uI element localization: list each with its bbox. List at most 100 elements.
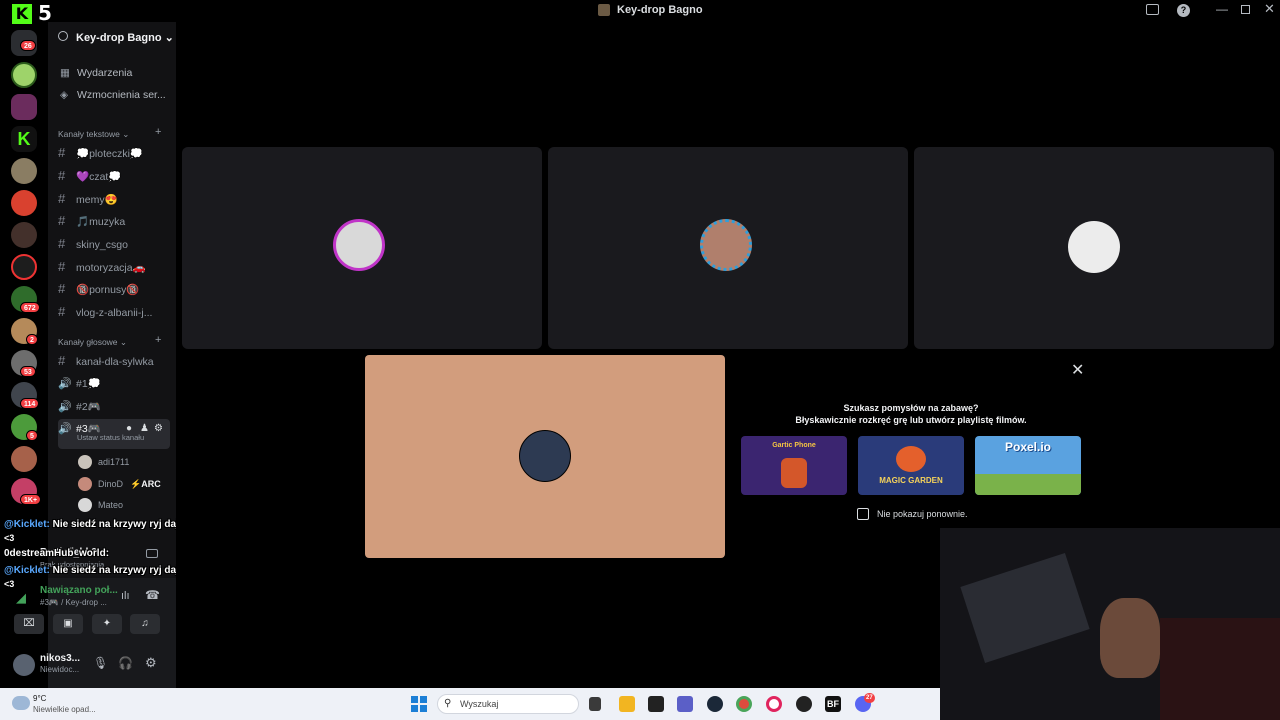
channel-kanal-dla-sylwka[interactable]: # kanał-dla-sylwka [58, 351, 170, 371]
speaker-icon: 🔊 [58, 378, 72, 390]
speaker-icon: 🔊 [58, 401, 72, 413]
voice-channel-path[interactable]: #3🎮 / Key-drop ... [40, 598, 107, 607]
activities-button[interactable]: ✦ [92, 614, 122, 634]
battlefield-icon[interactable]: BF [825, 696, 841, 712]
headphones-icon[interactable]: 🎧 [118, 656, 133, 670]
server-keydrop[interactable] [11, 158, 37, 184]
channel-pornusy[interactable]: # 🔞pornusy🔞 [58, 279, 170, 299]
server-kick[interactable]: K [11, 126, 37, 152]
hashtag-icon: # [58, 353, 66, 368]
server-red-ring[interactable] [11, 254, 37, 280]
channel-status-prompt[interactable]: Ustaw status kanału [77, 431, 144, 445]
chrome-icon[interactable] [736, 696, 752, 712]
avatar [1068, 221, 1120, 273]
webcam-overlay [940, 528, 1280, 720]
promo-text: Szukasz pomysłów na zabawę? Błyskawiczni… [795, 403, 1027, 425]
opera-gx-icon[interactable] [766, 696, 782, 712]
participant-tile[interactable] [548, 147, 908, 349]
hashtag-icon: # [58, 213, 66, 228]
boosts-link[interactable]: ◈ Wzmocnienia ser... [60, 89, 166, 101]
server-badge: 1K+ [20, 494, 42, 505]
guild-name: Key-drop Bagno [76, 32, 162, 44]
chat-fragment: 0destreamHub_world: [4, 548, 110, 559]
app-icon[interactable] [796, 696, 812, 712]
channel-czat[interactable]: # 💜czat💭 [58, 166, 170, 186]
chat-fragment: <3 [4, 579, 15, 589]
voice-user[interactable]: adi1711 [98, 457, 129, 467]
channel-muzyka[interactable]: # 🎵muzyka [58, 211, 170, 231]
noise-suppression-icon[interactable]: ılı [121, 590, 130, 602]
avatar[interactable] [13, 654, 35, 676]
boost-icon: ◈ [60, 89, 69, 101]
participant-tile[interactable] [914, 147, 1274, 349]
teams-icon[interactable] [677, 696, 693, 712]
participant-tile-speaking[interactable] [365, 355, 725, 558]
share-screen-button[interactable]: ▣ [53, 614, 83, 634]
hashtag-icon: # [58, 236, 66, 251]
voice-channel-3[interactable]: 🔊 #3🎮 ● ♟ ⚙ Ustaw status kanału [58, 419, 170, 449]
channel-ploteczki[interactable]: # 💭ploteczki💭 [58, 143, 170, 163]
task-view-icon[interactable] [589, 697, 601, 711]
events-link[interactable]: ▦ Wydarzenia [60, 67, 132, 79]
help-icon[interactable]: ? [1177, 4, 1190, 17]
avatar [700, 219, 752, 271]
steam-icon[interactable] [707, 696, 723, 712]
dont-show-again-label: Nie pokazuj ponownie. [877, 509, 968, 519]
inbox-icon[interactable] [1146, 4, 1159, 15]
screen-share-icon[interactable] [146, 549, 158, 558]
avatar [519, 430, 571, 482]
voice-user[interactable]: Mateo [98, 500, 123, 510]
hashtag-icon: # [58, 191, 66, 206]
game-card-magic-garden[interactable]: MAGIC GARDEN [858, 436, 964, 495]
server-flag[interactable] [11, 190, 37, 216]
channel-memy[interactable]: # memy😍 [58, 189, 170, 209]
minimize-button[interactable]: — [1216, 2, 1228, 16]
voice-category[interactable]: Kanały głosowe ⌄ [58, 337, 127, 348]
server-badge: 672 [20, 302, 40, 313]
hashtag-icon: # [58, 304, 66, 319]
voice-status: Nawiązano poł... [40, 585, 118, 596]
participant-tile[interactable] [182, 147, 542, 349]
epic-games-icon[interactable] [648, 696, 664, 712]
window-title: Key-drop Bagno [617, 4, 703, 16]
close-icon[interactable]: ✕ [1071, 360, 1084, 380]
guild-name-dropdown[interactable]: Key-drop Bagno ⌄ [76, 31, 174, 44]
user-tag: ⚡ARC [130, 479, 161, 489]
weather-icon[interactable] [12, 696, 30, 710]
disconnect-icon[interactable]: ☎ [145, 588, 160, 602]
game-card-poxel[interactable]: Poxel.io [975, 436, 1081, 495]
dont-show-again-checkbox[interactable] [857, 508, 869, 520]
maximize-button[interactable] [1241, 5, 1250, 14]
avatar [78, 455, 92, 469]
user-settings-icon[interactable]: ⚙ [145, 655, 157, 671]
game-card-gartic[interactable]: Gartic Phone [741, 436, 847, 495]
channel-skiny[interactable]: # skiny_csgo [58, 234, 170, 254]
camera-off-button[interactable]: ⌧ [14, 614, 44, 634]
server-badge: 53 [20, 366, 36, 377]
voice-channel-2[interactable]: 🔊 #2🎮 [58, 397, 170, 417]
microphone-icon[interactable]: 🎙 [93, 656, 108, 670]
start-button[interactable] [411, 696, 427, 712]
channel-vlog[interactable]: # vlog-z-albanii-j... [58, 302, 170, 322]
text-category[interactable]: Kanały tekstowe ⌄ [58, 129, 129, 140]
user-name[interactable]: nikos3... [40, 653, 80, 664]
channel-motoryzacja[interactable]: # motoryzacja🚗 [58, 257, 170, 277]
guild-icon [598, 4, 610, 16]
soundboard-button[interactable]: ♫ [130, 614, 160, 634]
signal-icon[interactable]: ◢ [16, 590, 26, 606]
server-panda[interactable] [11, 62, 37, 88]
server-portrait[interactable] [11, 446, 37, 472]
gear-icon[interactable]: ⚙ [154, 419, 163, 439]
weather-description[interactable]: Niewielkie opad... [33, 705, 96, 714]
server-badge: 5 [26, 430, 38, 441]
voice-channel-1[interactable]: 🔊 #1💭 [58, 374, 170, 394]
add-voice-channel-icon[interactable]: + [155, 334, 161, 346]
weather-temperature[interactable]: 9°C [33, 694, 46, 703]
server-hashtag[interactable] [11, 94, 37, 120]
add-text-channel-icon[interactable]: + [155, 126, 161, 138]
server-uztr[interactable] [11, 222, 37, 248]
voice-user[interactable]: DinoD [98, 479, 123, 489]
taskbar-search[interactable] [437, 694, 579, 714]
file-explorer-icon[interactable] [619, 696, 635, 712]
close-button[interactable]: ✕ [1264, 1, 1275, 17]
